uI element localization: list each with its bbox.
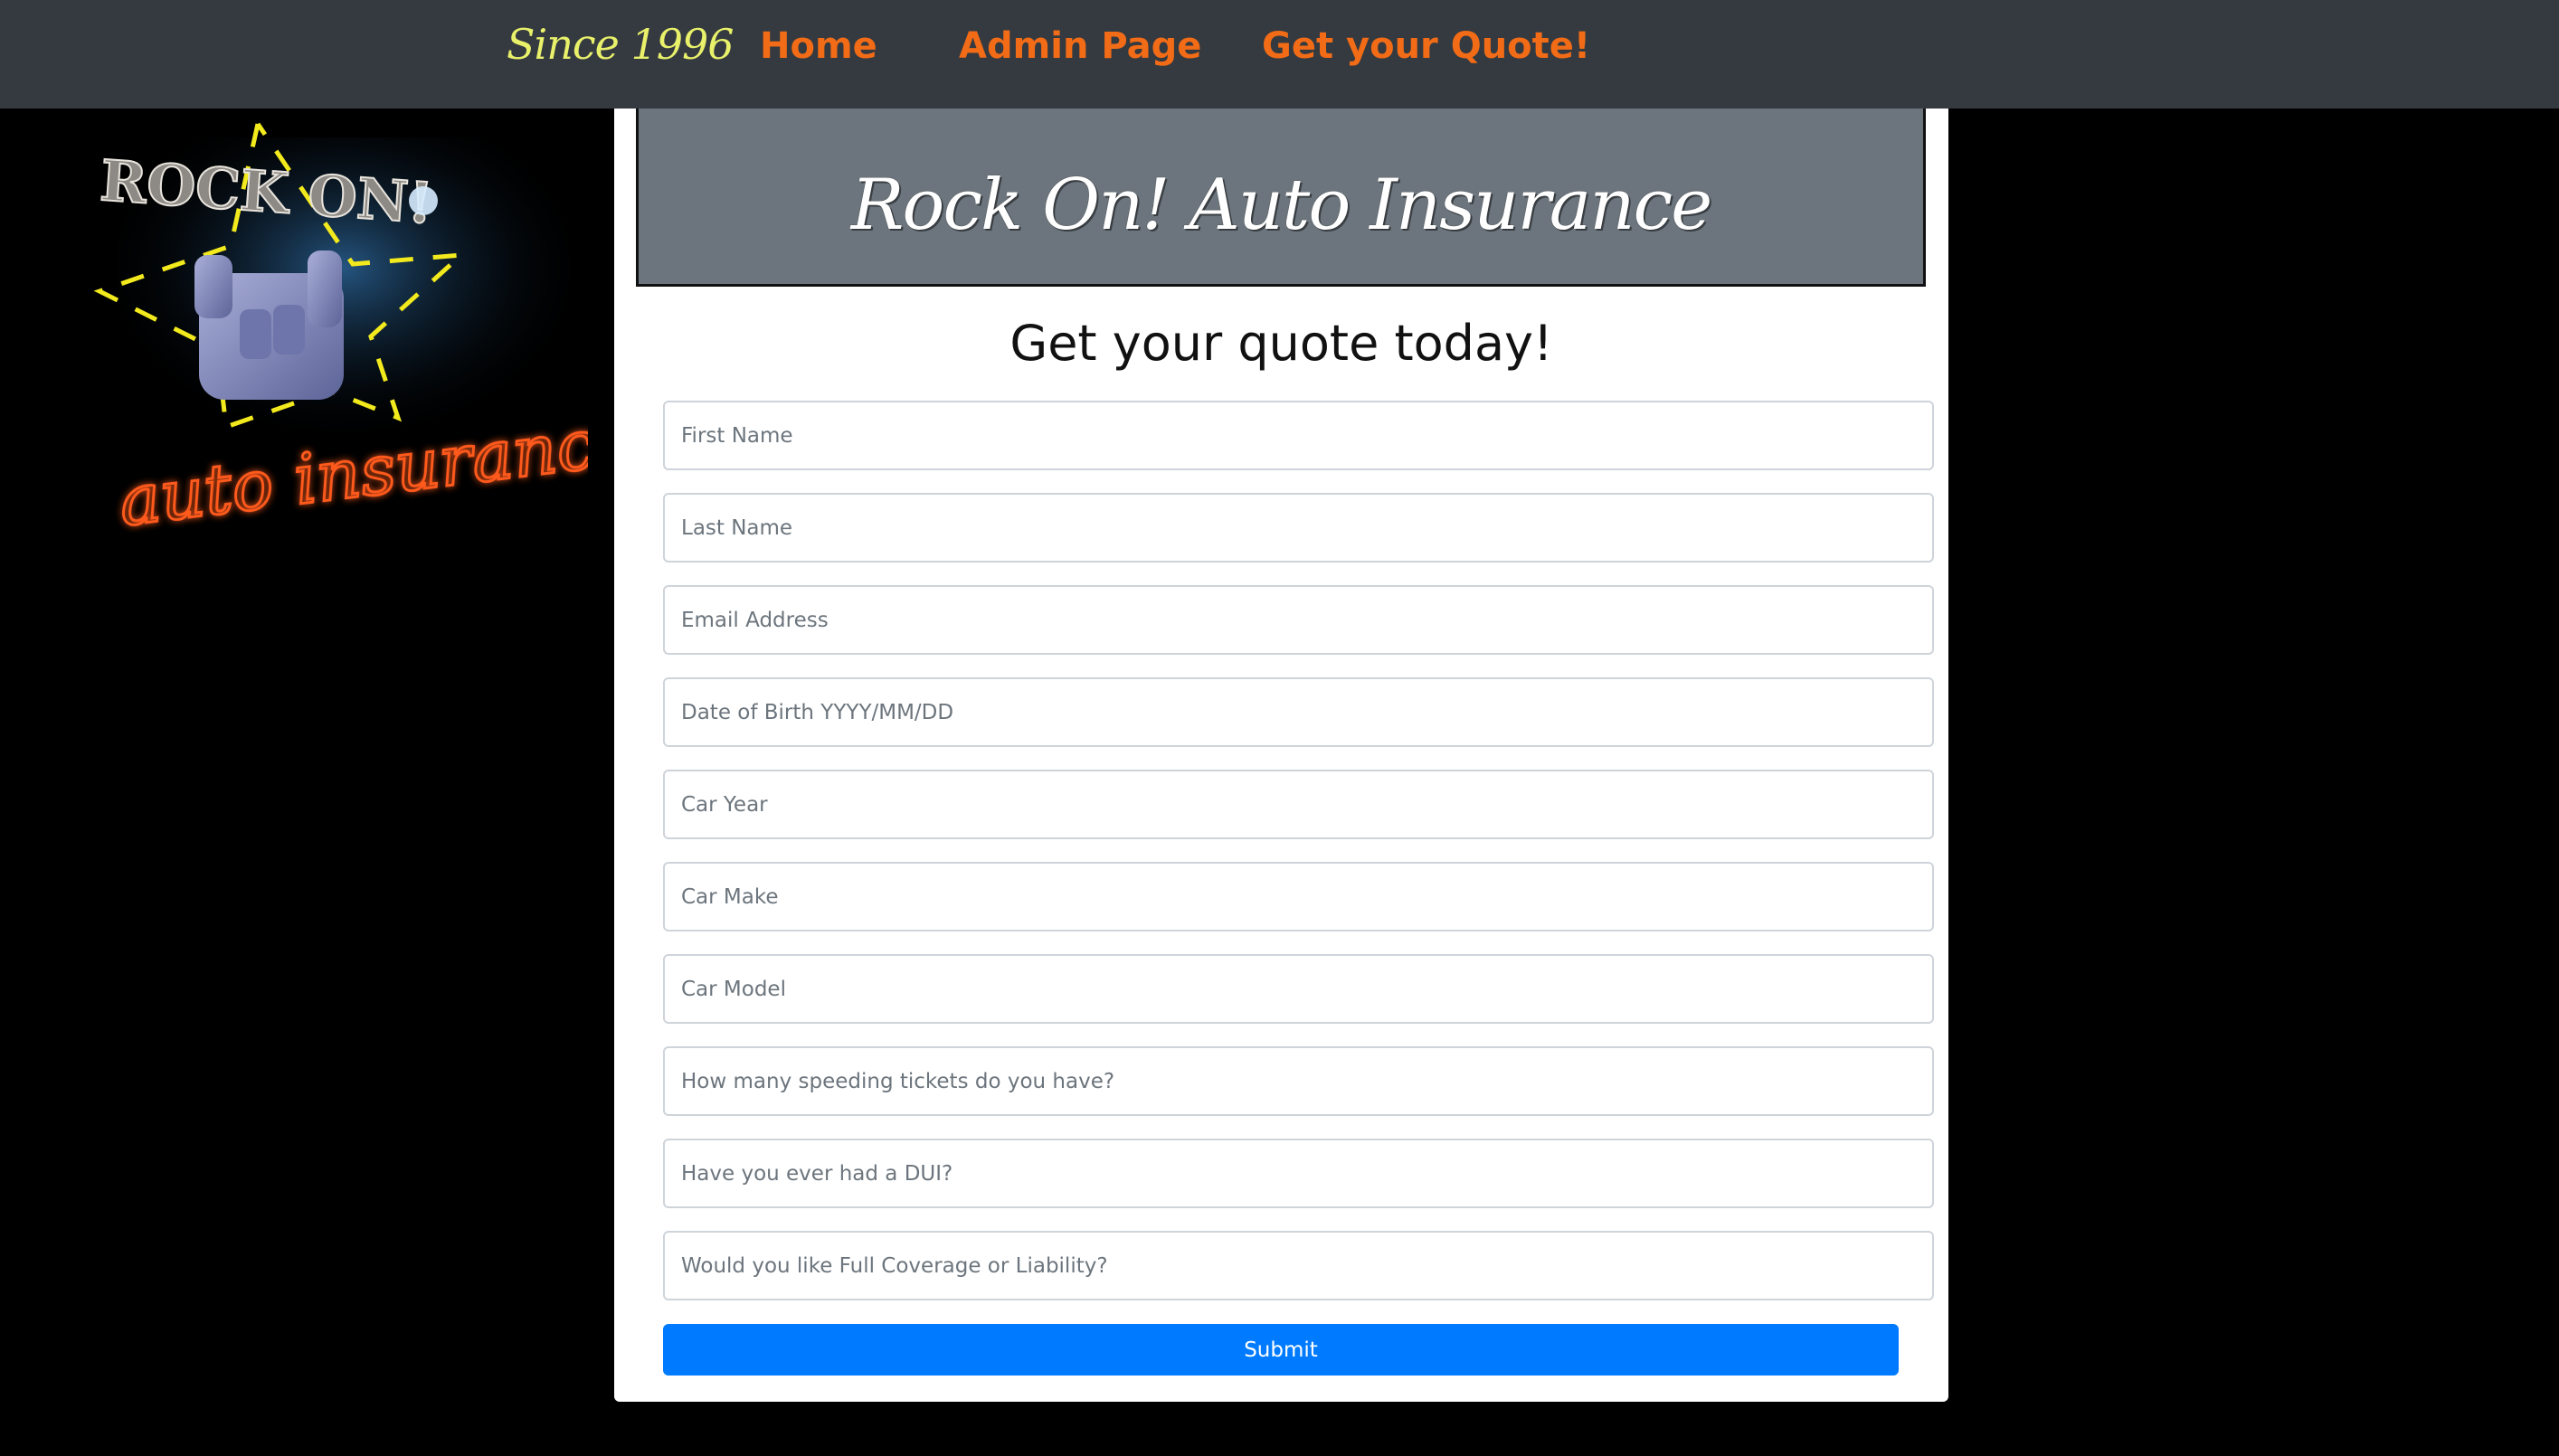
nav-link-get-quote[interactable]: Get your Quote! (1262, 25, 1590, 67)
first-name-field[interactable] (663, 401, 1934, 470)
car-make-field[interactable] (663, 862, 1934, 931)
car-model-field[interactable] (663, 954, 1934, 1024)
page-title: Rock On! Auto Insurance (850, 165, 1713, 246)
nav-link-admin-page[interactable]: Admin Page (959, 25, 1201, 67)
dui-field[interactable] (663, 1139, 1934, 1208)
form-heading: Get your quote today! (1009, 315, 1553, 372)
car-year-field[interactable] (663, 770, 1934, 839)
header-banner: Rock On! Auto Insurance (636, 109, 1926, 287)
date-of-birth-field[interactable] (663, 677, 1934, 747)
rock-on-logo: ROCK ON! auto insurance (93, 122, 588, 535)
coverage-field[interactable] (663, 1231, 1934, 1300)
speeding-tickets-field[interactable] (663, 1046, 1934, 1116)
nav-brand: Since 1996 (507, 20, 735, 69)
email-field[interactable] (663, 585, 1934, 655)
submit-button[interactable]: Submit (663, 1324, 1899, 1376)
last-name-field[interactable] (663, 493, 1934, 563)
navbar: Since 1996 Home Admin Page Get your Quot… (0, 0, 2559, 109)
quote-card: Rock On! Auto Insurance Get your quote t… (614, 109, 1948, 1402)
nav-link-home[interactable]: Home (760, 25, 877, 67)
